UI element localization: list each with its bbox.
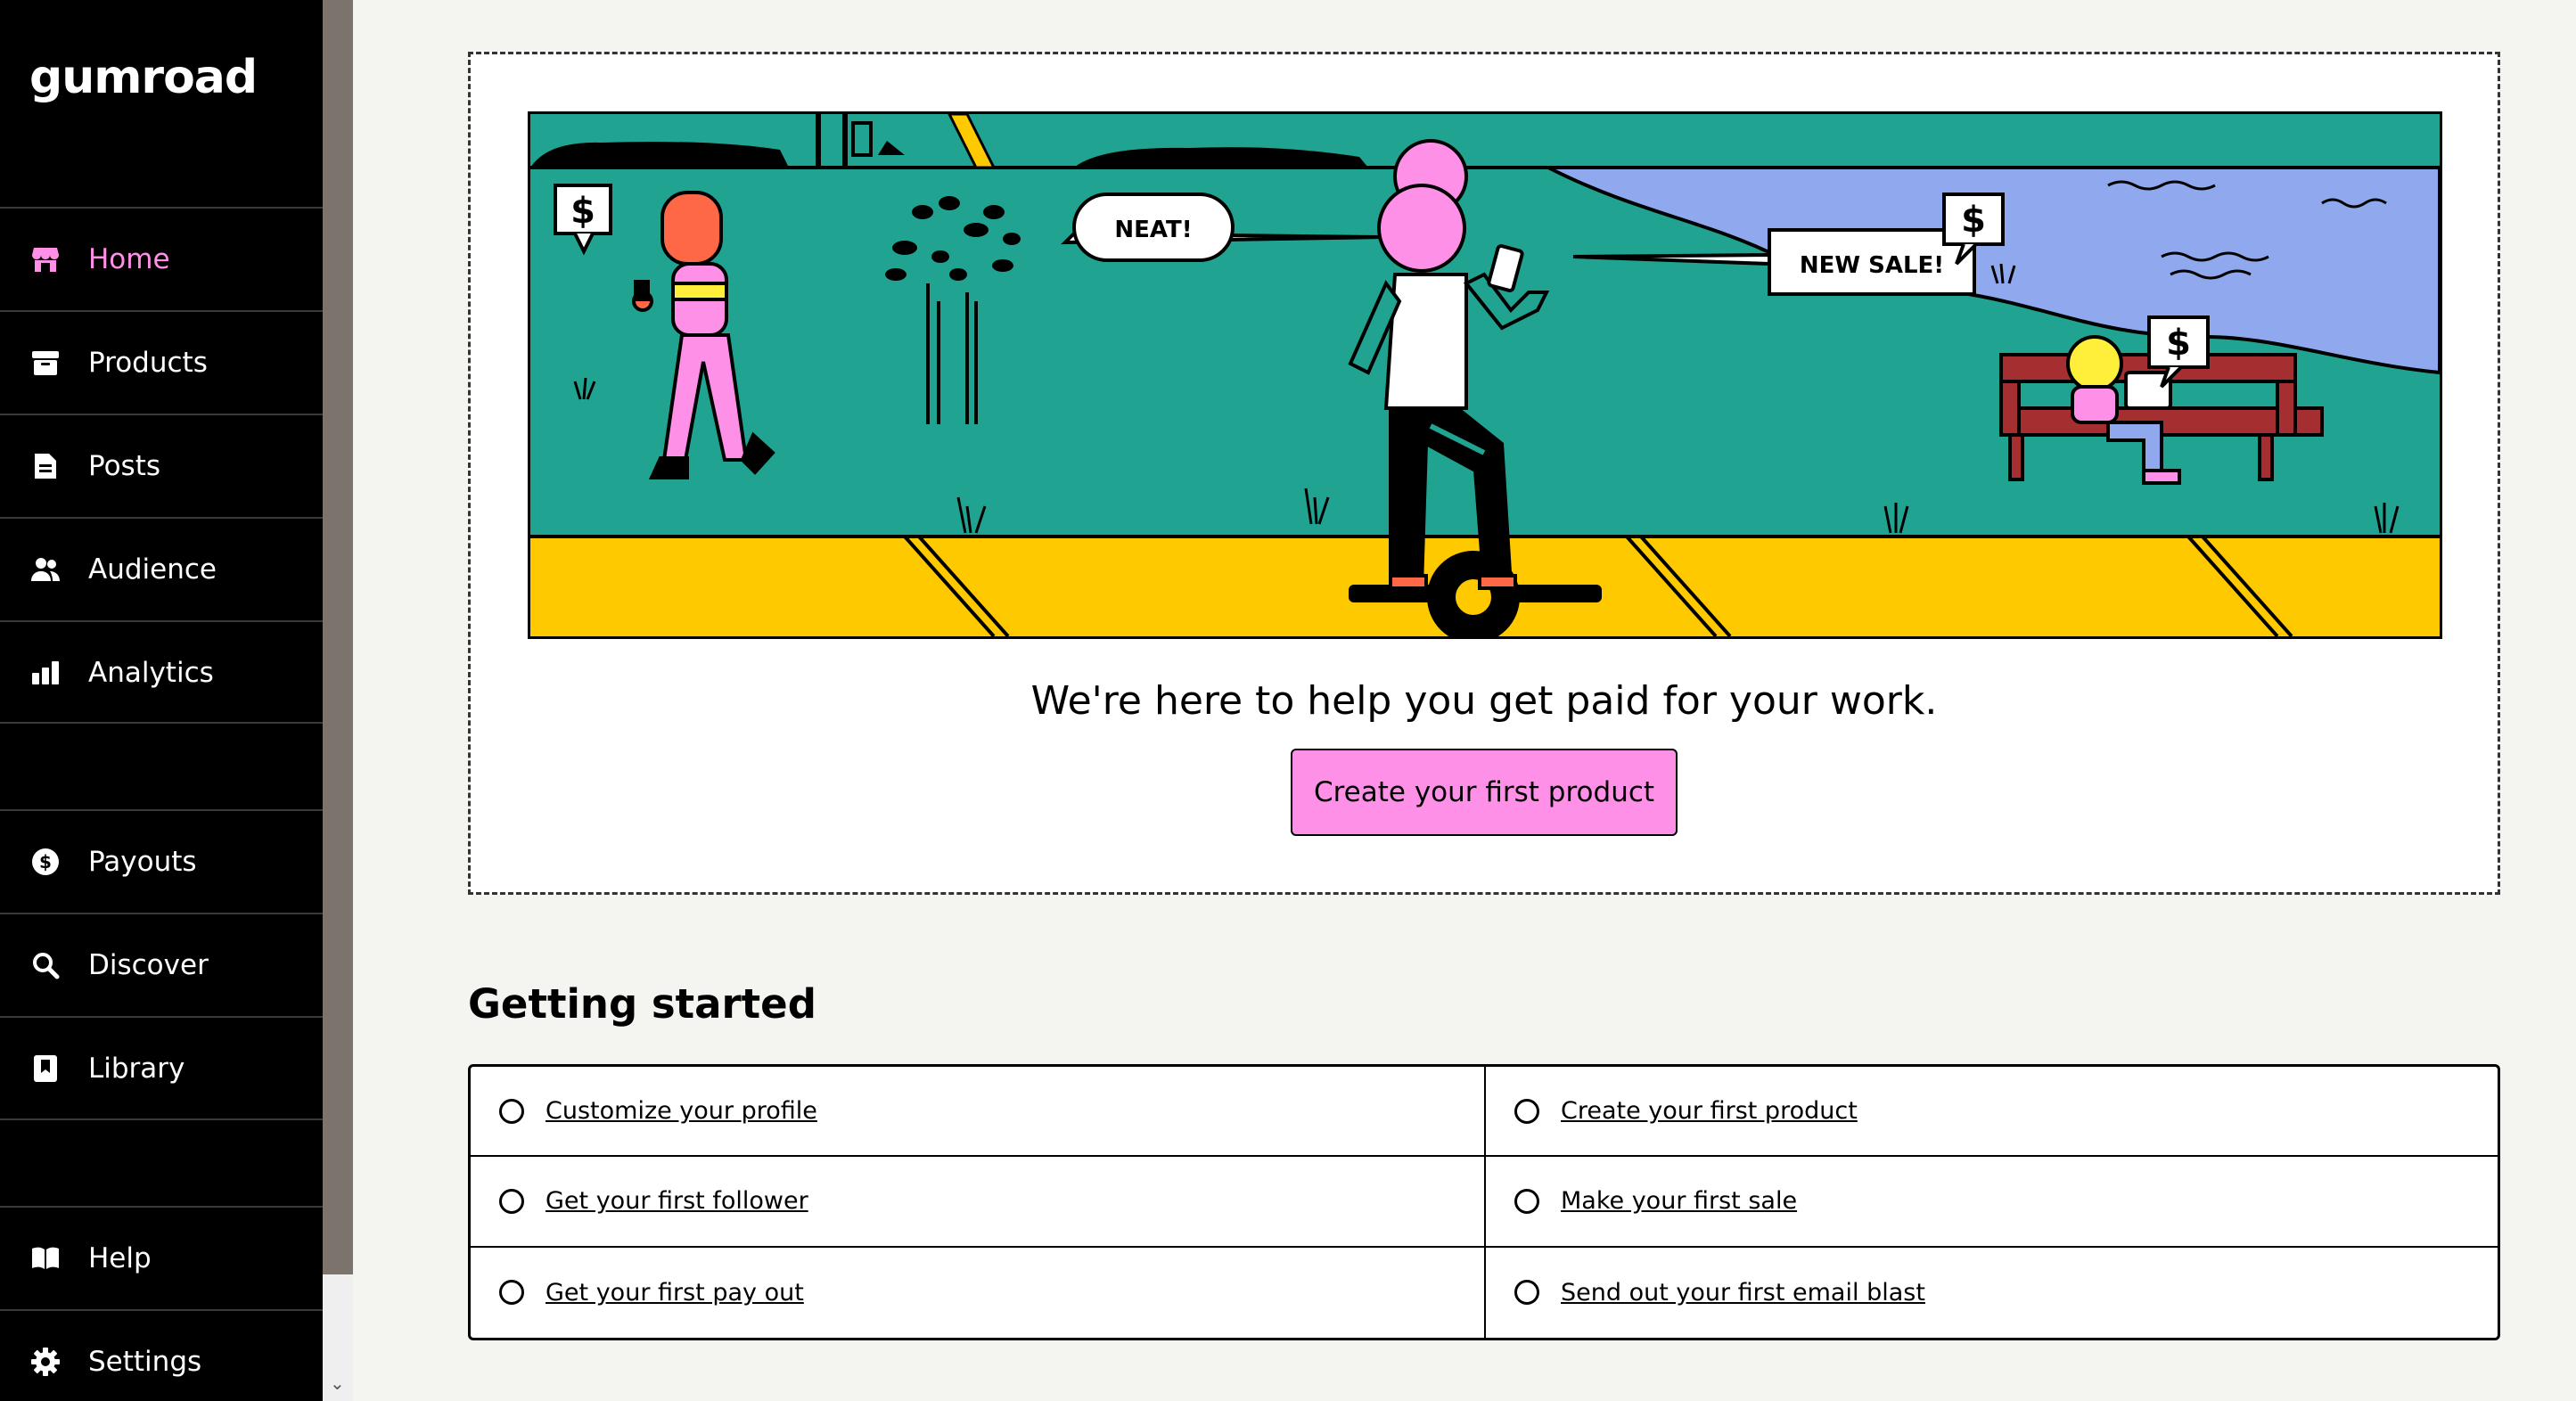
sidebar-scrollbar[interactable]: ⌄ (323, 0, 353, 1401)
sidebar-item-label: Help (88, 1242, 152, 1274)
hero-tagline: We're here to help you get paid for your… (1030, 678, 1938, 724)
send-email-blast-link[interactable]: Send out your first email blast (1561, 1279, 1925, 1307)
sidebar-item-label: Posts (88, 450, 161, 482)
sidebar-item-label: Library (88, 1053, 185, 1085)
sidebar-item-label: Products (88, 347, 208, 379)
circle-icon (499, 1098, 524, 1124)
sidebar-item-label: Discover (88, 949, 209, 981)
svg-text:$: $ (2166, 323, 2191, 364)
get-first-follower-link[interactable]: Get your first follower (546, 1187, 808, 1215)
sidebar-item-help[interactable]: Help (0, 1206, 323, 1309)
gear-icon (29, 1346, 62, 1378)
scrollbar-thumb[interactable] (323, 0, 353, 1274)
make-first-sale-link[interactable]: Make your first sale (1561, 1187, 1797, 1215)
sidebar-item-products[interactable]: Products (0, 310, 323, 414)
sidebar-item-label: Payouts (88, 846, 197, 878)
sidebar-item-posts[interactable]: Posts (0, 414, 323, 517)
checklist-item: Get your first follower (471, 1157, 1484, 1248)
store-icon (29, 243, 62, 275)
sidebar-item-discover[interactable]: Discover (0, 913, 323, 1016)
bookmark-icon (29, 1053, 62, 1085)
circle-icon (499, 1188, 524, 1214)
bar-chart-icon (29, 657, 62, 689)
svg-text:NEW SALE!: NEW SALE! (1800, 252, 1944, 279)
svg-text:$: $ (570, 191, 595, 232)
customize-profile-link[interactable]: Customize your profile (546, 1097, 817, 1125)
dollar-circle-icon: $ (29, 846, 62, 878)
checklist-item: Get your first pay out (471, 1248, 1484, 1338)
circle-icon (1514, 1098, 1539, 1124)
sidebar-item-label: Analytics (88, 657, 214, 689)
circle-icon (1514, 1280, 1539, 1306)
divider (0, 1118, 323, 1120)
document-icon (29, 450, 62, 482)
search-icon (29, 949, 62, 981)
gumroad-logo[interactable]: gumroad (29, 53, 258, 102)
checklist-item: Send out your first email blast (1484, 1247, 2498, 1338)
create-first-product-link[interactable]: Create your first product (1561, 1097, 1858, 1125)
circle-icon (499, 1280, 524, 1306)
sidebar: gumroad Home Products Posts Audience Ana… (0, 0, 323, 1401)
sidebar-item-label: Settings (88, 1346, 202, 1378)
sidebar-item-audience[interactable]: Audience (0, 517, 323, 620)
sidebar-item-label: Home (88, 243, 170, 275)
getting-started-checklist: Customize your profile Create your first… (468, 1064, 2500, 1340)
checklist-item: Create your first product (1484, 1067, 2498, 1158)
sidebar-item-label: Audience (88, 553, 217, 586)
chevron-down-icon[interactable]: ⌄ (330, 1372, 345, 1394)
get-first-payout-link[interactable]: Get your first pay out (546, 1279, 804, 1307)
welcome-card: $ NEAT! NEW SALE! $ $ We're here to help… (468, 52, 2500, 895)
people-icon (29, 553, 62, 586)
checklist-item: Customize your profile (471, 1067, 1484, 1158)
hero-illustration: $ NEAT! NEW SALE! $ $ (528, 111, 2442, 639)
sidebar-item-payouts[interactable]: $ Payouts (0, 809, 323, 913)
sidebar-item-library[interactable]: Library (0, 1016, 323, 1119)
sidebar-item-settings[interactable]: Settings (0, 1309, 323, 1401)
circle-icon (1514, 1188, 1539, 1214)
book-icon (29, 1242, 62, 1274)
archive-icon (29, 347, 62, 379)
getting-started-title: Getting started (468, 980, 816, 1028)
sidebar-item-analytics[interactable]: Analytics (0, 620, 323, 724)
checklist-item: Make your first sale (1484, 1157, 2498, 1248)
svg-text:$: $ (39, 851, 52, 873)
divider (0, 722, 323, 724)
sidebar-item-home[interactable]: Home (0, 207, 323, 310)
svg-text:$: $ (1961, 200, 1986, 241)
svg-text:NEAT!: NEAT! (1114, 217, 1192, 243)
create-first-product-button[interactable]: Create your first product (1291, 749, 1678, 836)
